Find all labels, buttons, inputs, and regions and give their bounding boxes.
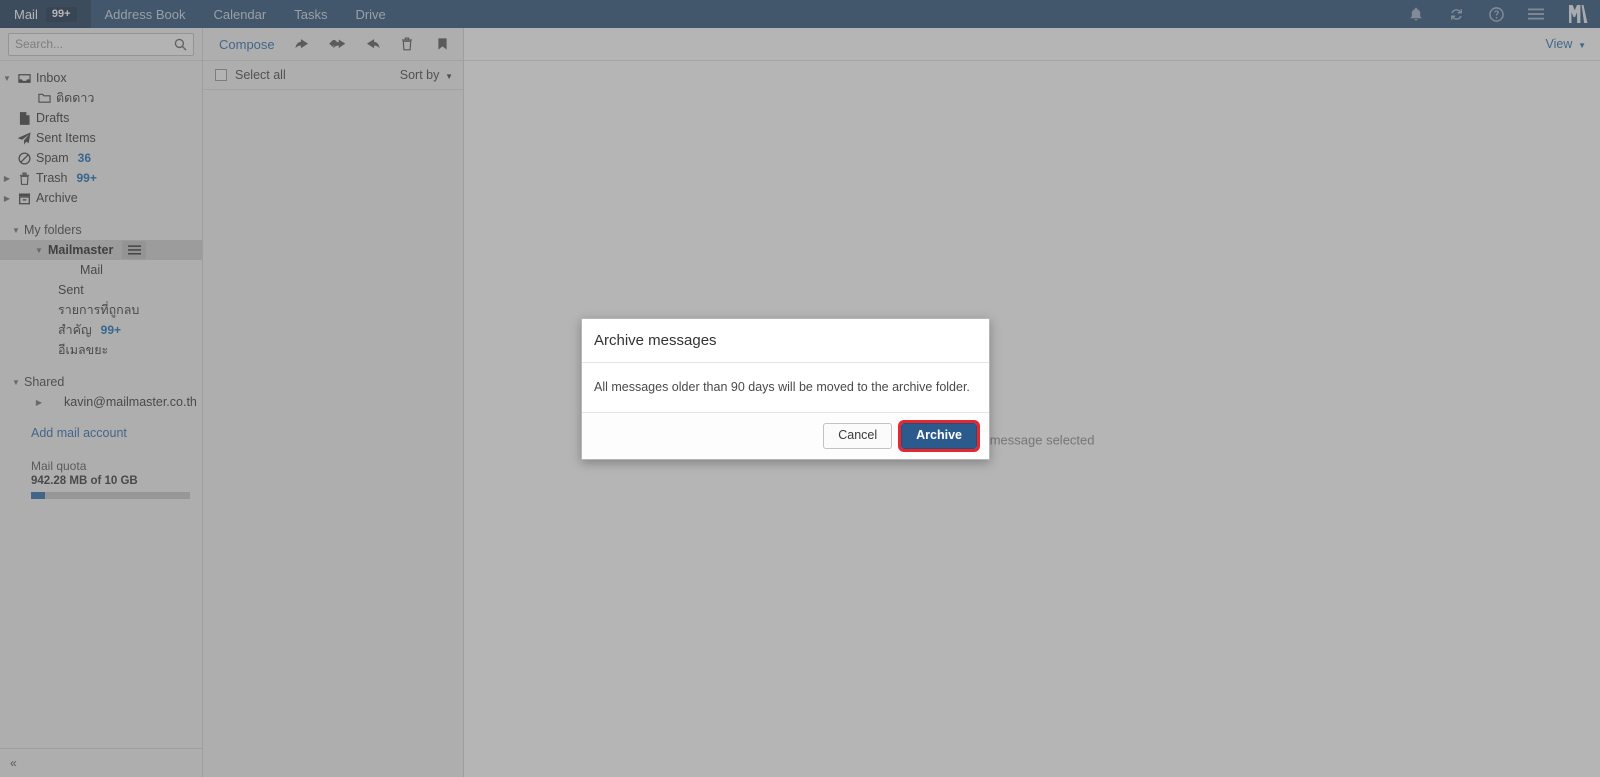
mail-application: Mail 99+ Address Book Calendar Tasks Dri… — [0, 0, 1600, 777]
dialog-footer: Cancel Archive — [582, 413, 989, 459]
archive-confirm-button[interactable]: Archive — [898, 420, 980, 452]
archive-messages-dialog: Archive messages All messages older than… — [581, 318, 990, 460]
dialog-title: Archive messages — [594, 332, 717, 349]
dialog-body-text: All messages older than 90 days will be … — [582, 363, 989, 413]
dialog-header: Archive messages — [582, 319, 989, 363]
cancel-button[interactable]: Cancel — [823, 423, 893, 449]
